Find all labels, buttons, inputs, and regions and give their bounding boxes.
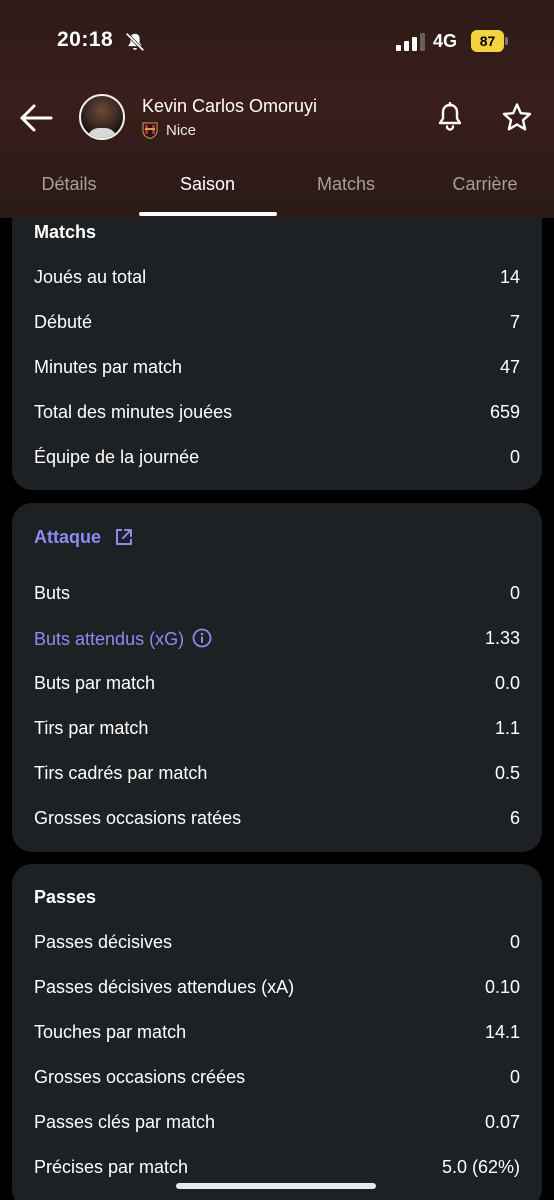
stat-row: Débuté 7 — [34, 312, 520, 342]
stat-row: Équipe de la journée 0 — [34, 447, 520, 477]
stat-label: Grosses occasions créées — [34, 1067, 246, 1087]
stat-label: Total des minutes jouées — [34, 402, 233, 422]
passes-card: Passes Passes décisives 0 Passes décisiv… — [12, 864, 542, 1200]
status-time: 20:18 — [57, 28, 114, 51]
stat-row: Grosses occasions créées 0 — [34, 1067, 520, 1097]
xg-label-text: Buts attendus (xG) — [34, 629, 185, 649]
stat-value: 6 — [509, 808, 520, 828]
stat-label: Buts — [34, 583, 71, 603]
status-bar: 20:18 4G 87 — [0, 28, 554, 58]
bell-icon[interactable] — [436, 102, 464, 132]
stat-label: Passes décisives attendues (xA) — [34, 977, 295, 997]
stat-value: 7 — [509, 312, 520, 332]
star-icon[interactable] — [502, 102, 532, 132]
passes-title: Passes — [34, 887, 97, 907]
stat-value: 1.1 — [494, 718, 520, 738]
stat-label: Passes décisives — [34, 932, 173, 952]
bell-muted-icon — [125, 32, 145, 52]
stat-row: Buts 0 — [34, 583, 520, 613]
stat-value: 659 — [489, 402, 520, 422]
stat-label: Buts par match — [34, 673, 156, 693]
stat-label: Équipe de la journée — [34, 447, 200, 467]
stat-value: 0 — [509, 583, 520, 603]
network-type: 4G — [433, 31, 458, 51]
stat-row: Passes décisives 0 — [34, 932, 520, 962]
stat-row: Minutes par match 47 — [34, 357, 520, 387]
attaque-card: Attaque Buts 0 Buts attendus (xG) 1.33 B… — [12, 503, 542, 852]
stat-value: 5.0 (62%) — [441, 1157, 520, 1177]
avatar-shirt — [87, 128, 117, 138]
stat-label-xg[interactable]: Buts attendus (xG) — [34, 628, 212, 650]
tab-details[interactable]: Détails — [30, 174, 108, 195]
signal-icon — [396, 33, 425, 51]
stat-value: 0.0 — [494, 673, 520, 693]
stat-value: 47 — [499, 357, 520, 377]
tab-saison[interactable]: Saison — [160, 174, 255, 195]
stat-value: 14.1 — [484, 1022, 520, 1042]
stat-row: Passes clés par match 0.07 — [34, 1112, 520, 1142]
stat-value: 0 — [509, 1067, 520, 1087]
stat-value: 0.07 — [484, 1112, 520, 1132]
stat-label: Tirs cadrés par match — [34, 763, 208, 783]
battery-level: 87 — [471, 30, 504, 52]
home-indicator[interactable] — [176, 1183, 376, 1189]
stat-row-xg[interactable]: Buts attendus (xG) 1.33 — [34, 628, 520, 658]
stat-row: Touches par match 14.1 — [34, 1022, 520, 1052]
stat-label: Précises par match — [34, 1157, 189, 1177]
stat-label: Passes clés par match — [34, 1112, 216, 1132]
stat-row: Tirs cadrés par match 0.5 — [34, 763, 520, 793]
stat-row: Buts par match 0.0 — [34, 673, 520, 703]
battery-indicator: 87 — [471, 30, 509, 52]
stat-label: Joués au total — [34, 267, 147, 287]
matchs-card: Matchs Joués au total 14 Débuté 7 Minute… — [12, 190, 542, 490]
club-name: Nice — [166, 122, 197, 139]
stat-row: Total des minutes jouées 659 — [34, 402, 520, 432]
battery-nub — [505, 37, 508, 45]
info-icon[interactable] — [192, 628, 212, 648]
stat-value: 0.5 — [494, 763, 520, 783]
back-arrow-icon[interactable] — [18, 101, 54, 135]
player-name: Kevin Carlos Omoruyi — [142, 96, 318, 116]
attaque-title-link[interactable]: Attaque — [34, 527, 101, 548]
stat-value: 0 — [509, 447, 520, 467]
stat-row: Tirs par match 1.1 — [34, 718, 520, 748]
tab-carriere[interactable]: Carrière — [440, 174, 530, 195]
active-tab-indicator — [139, 212, 277, 216]
stat-label: Touches par match — [34, 1022, 187, 1042]
stat-label: Débuté — [34, 312, 93, 332]
stat-value: 14 — [499, 267, 520, 287]
stat-value: 0 — [509, 932, 520, 952]
stat-label: Grosses occasions ratées — [34, 808, 242, 828]
stat-label: Tirs par match — [34, 718, 149, 738]
stat-row: Passes décisives attendues (xA) 0.10 — [34, 977, 520, 1007]
app-header: 20:18 4G 87 Kevin Carlos Omoruyi Nice Dé… — [0, 0, 554, 218]
matchs-title: Matchs — [34, 222, 97, 242]
stat-value: 0.10 — [484, 977, 520, 997]
stat-value: 1.33 — [484, 628, 520, 648]
club-badge-icon — [142, 122, 158, 139]
tab-bar: Détails Saison Matchs Carrière — [0, 166, 554, 218]
attaque-title: Attaque — [34, 527, 101, 547]
stat-row: Grosses occasions ratées 6 — [34, 808, 520, 838]
player-avatar — [79, 94, 125, 140]
stat-label: Minutes par match — [34, 357, 183, 377]
external-link-icon[interactable] — [114, 527, 134, 547]
stat-row: Joués au total 14 — [34, 267, 520, 297]
tab-matchs[interactable]: Matchs — [303, 174, 389, 195]
